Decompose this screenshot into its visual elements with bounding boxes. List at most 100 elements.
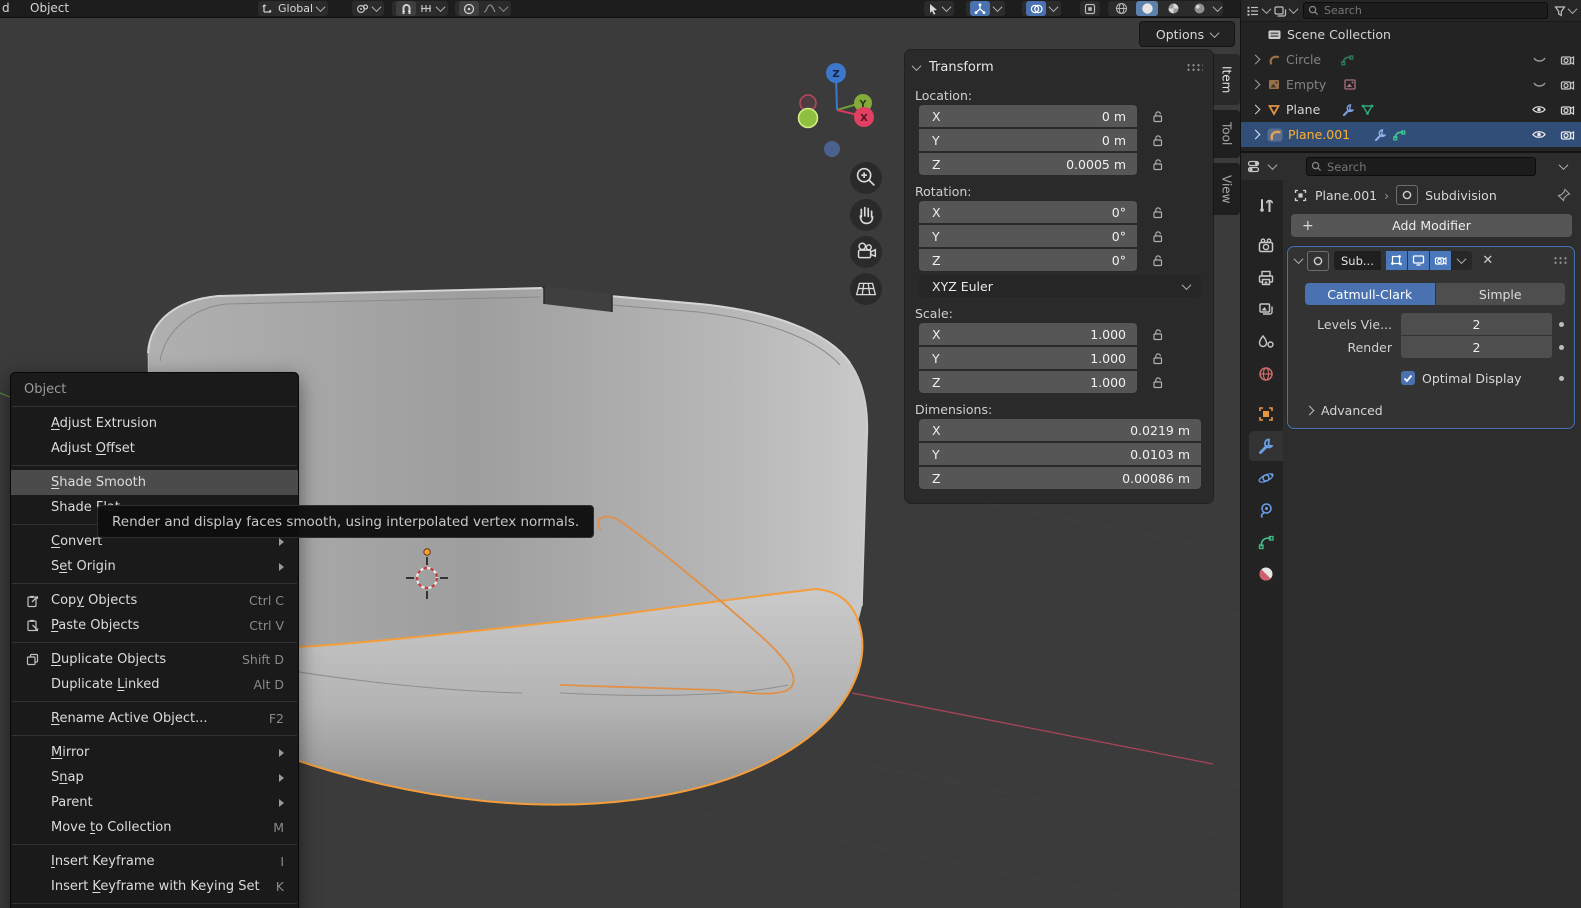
chevron-down-icon[interactable] xyxy=(1268,160,1278,170)
chevron-down-icon[interactable] xyxy=(1559,160,1569,170)
selectability-dropdown[interactable] xyxy=(924,1,954,16)
gizmo-icon[interactable] xyxy=(970,1,990,16)
editmode-display-toggle[interactable] xyxy=(1386,251,1407,270)
delete-modifier-icon[interactable]: ✕ xyxy=(1479,253,1497,268)
render-display-toggle[interactable] xyxy=(1430,251,1451,270)
animate-dot[interactable] xyxy=(1552,345,1570,350)
tab-item[interactable]: Item xyxy=(1213,54,1240,105)
tab-view[interactable]: View xyxy=(1213,163,1240,215)
modifier-name-field[interactable]: Sub... xyxy=(1334,251,1381,270)
overlays-toggle-group[interactable] xyxy=(1022,1,1061,16)
tab-modifiers-active[interactable] xyxy=(1249,431,1283,461)
menu-item-copy-objects[interactable]: Copy Objects Ctrl C xyxy=(11,588,298,613)
menu-item-set-origin[interactable]: Set Origin xyxy=(11,554,298,579)
outliner-row-plane[interactable]: Plane xyxy=(1241,97,1581,122)
menu-mode-partial[interactable]: d xyxy=(2,1,10,15)
lock-icon[interactable] xyxy=(1137,328,1177,341)
lock-icon[interactable] xyxy=(1137,158,1177,171)
add-modifier-button[interactable]: + Add Modifier xyxy=(1291,214,1572,237)
lock-icon[interactable] xyxy=(1137,134,1177,147)
outliner-row-scene-collection[interactable]: Scene Collection xyxy=(1241,22,1581,47)
menu-item-parent[interactable]: Parent xyxy=(11,790,298,815)
rotation-x-field[interactable]: X0° xyxy=(919,201,1137,223)
zoom-button[interactable] xyxy=(850,162,882,194)
lock-icon[interactable] xyxy=(1137,206,1177,219)
eye-open-icon[interactable] xyxy=(1525,104,1553,115)
lock-icon[interactable] xyxy=(1137,254,1177,267)
drag-grip-icon[interactable] xyxy=(1553,256,1567,265)
modifier-extras-dropdown[interactable] xyxy=(1451,251,1472,270)
pan-button[interactable] xyxy=(850,199,882,231)
tab-object-data[interactable] xyxy=(1249,527,1283,557)
levels-viewport-field[interactable]: 2 xyxy=(1401,313,1552,335)
chevron-down-icon[interactable] xyxy=(1289,4,1299,14)
advanced-section-toggle[interactable]: Advanced xyxy=(1306,403,1574,418)
render-levels-field[interactable]: 2 xyxy=(1401,336,1552,358)
shading-material-icon[interactable] xyxy=(1162,1,1184,16)
lock-icon[interactable] xyxy=(1137,352,1177,365)
menu-item-mirror[interactable]: Mirror xyxy=(11,740,298,765)
optimal-display-checkbox[interactable] xyxy=(1401,371,1415,385)
tab-output[interactable] xyxy=(1249,263,1283,293)
tab-tool[interactable]: Tool xyxy=(1213,110,1240,157)
tab-scene[interactable] xyxy=(1249,327,1283,357)
tab-render[interactable] xyxy=(1249,231,1283,261)
chevron-down-icon[interactable] xyxy=(1213,2,1223,12)
pivot-point-dropdown[interactable] xyxy=(352,1,384,16)
simple-button[interactable]: Simple xyxy=(1436,283,1566,305)
display-filter-icon[interactable] xyxy=(1273,5,1287,17)
modifier-panel-header[interactable]: Sub... ✕ xyxy=(1288,247,1574,274)
scale-y-field[interactable]: Y1.000 xyxy=(919,347,1137,369)
menu-item-paste-objects[interactable]: Paste Objects Ctrl V xyxy=(11,613,298,638)
expand-icon[interactable] xyxy=(1248,56,1262,63)
location-y-field[interactable]: Y0 m xyxy=(919,129,1137,151)
location-x-field[interactable]: X0 m xyxy=(919,105,1137,127)
menu-item-adjust-offset[interactable]: Adjust Offset xyxy=(11,436,298,461)
dimensions-z-field[interactable]: Z0.00086 m xyxy=(919,467,1201,489)
pin-icon[interactable] xyxy=(1557,188,1571,202)
hide-icon[interactable] xyxy=(1525,55,1553,65)
outliner-row-circle[interactable]: Circle xyxy=(1241,47,1581,72)
xray-toggle[interactable] xyxy=(1080,1,1100,16)
tab-physics[interactable] xyxy=(1249,463,1283,493)
filter-funnel-icon[interactable] xyxy=(1554,5,1566,17)
tab-material[interactable] xyxy=(1249,559,1283,589)
proportional-edit-group[interactable] xyxy=(455,1,511,16)
animate-dot[interactable] xyxy=(1552,376,1570,381)
tab-world[interactable] xyxy=(1249,359,1283,389)
snapping-group[interactable] xyxy=(392,1,448,16)
animate-dot[interactable] xyxy=(1552,322,1570,327)
lock-icon[interactable] xyxy=(1137,230,1177,243)
dimensions-y-field[interactable]: Y0.0103 m xyxy=(919,443,1201,465)
catmull-clark-button[interactable]: Catmull-Clark xyxy=(1305,283,1435,305)
display-mode-icon[interactable] xyxy=(1246,5,1260,17)
menu-object[interactable]: Object xyxy=(30,1,69,15)
outliner-row-empty[interactable]: Empty xyxy=(1241,72,1581,97)
gizmos-toggle-group[interactable] xyxy=(966,1,1005,16)
magnet-icon[interactable] xyxy=(396,1,416,16)
breadcrumb-object[interactable]: Plane.001 xyxy=(1315,188,1377,203)
menu-item-rename-active-object[interactable]: Rename Active Object... F2 xyxy=(11,706,298,731)
outliner-row-plane001-selected[interactable]: Plane.001 xyxy=(1241,122,1581,147)
breadcrumb-modifier[interactable]: Subdivision xyxy=(1425,188,1497,203)
camera-visibility-icon[interactable] xyxy=(1553,104,1581,116)
camera-visibility-icon[interactable] xyxy=(1553,54,1581,66)
camera-view-button[interactable] xyxy=(850,236,882,268)
menu-item-shade-smooth[interactable]: Shade Smooth xyxy=(11,470,298,495)
tab-tool[interactable] xyxy=(1249,191,1283,221)
proportional-editing-icon[interactable] xyxy=(459,1,479,16)
transform-orientation-dropdown[interactable]: Global xyxy=(258,1,328,16)
outliner-search-input[interactable] xyxy=(1303,2,1548,19)
overlays-icon[interactable] xyxy=(1026,1,1046,16)
properties-editor-icon[interactable] xyxy=(1247,160,1263,173)
chevron-down-icon[interactable] xyxy=(1262,4,1272,14)
editor-divider[interactable] xyxy=(1240,0,1241,908)
collapse-icon[interactable] xyxy=(1294,254,1304,264)
location-z-field[interactable]: Z0.0005 m xyxy=(919,153,1137,175)
shading-wireframe-icon[interactable] xyxy=(1110,1,1132,16)
menu-item-insert-keyframe-keying-set[interactable]: Insert Keyframe with Keying Set K xyxy=(11,874,298,899)
transform-panel-header[interactable]: Transform xyxy=(905,55,1213,79)
rotation-y-field[interactable]: Y0° xyxy=(919,225,1137,247)
options-button[interactable]: Options xyxy=(1139,21,1235,47)
rotation-mode-dropdown[interactable]: XYZ Euler xyxy=(919,275,1201,297)
